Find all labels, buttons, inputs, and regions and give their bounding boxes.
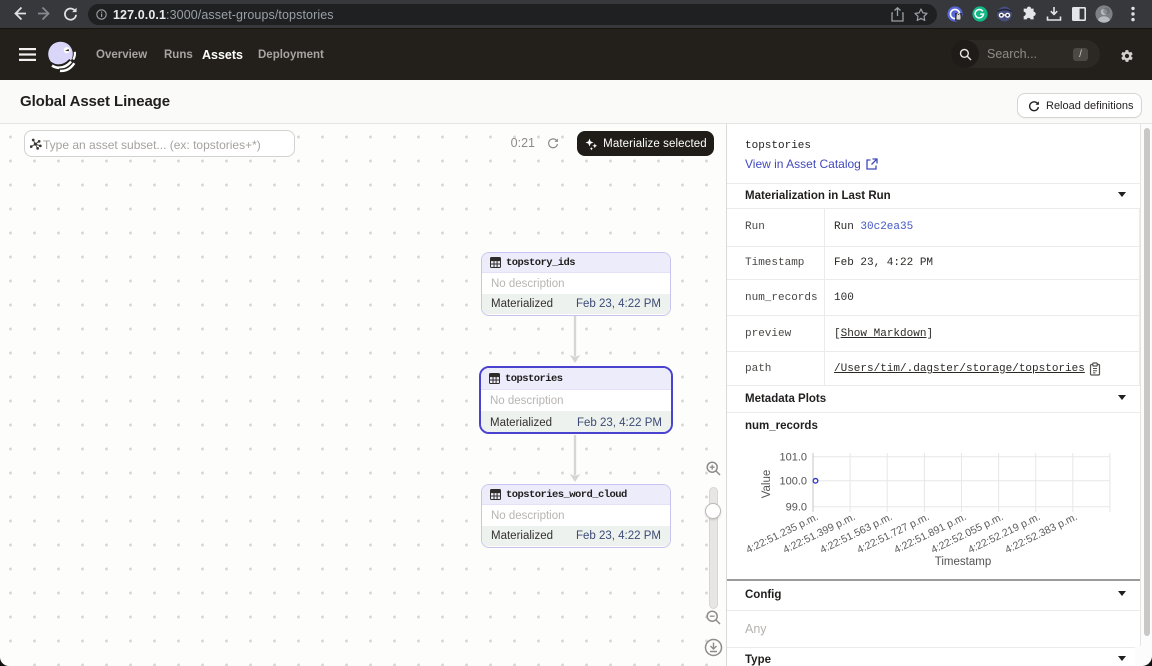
svg-text:99.0: 99.0: [786, 502, 807, 514]
svg-text:101.0: 101.0: [779, 452, 807, 464]
svg-text:Value: Value: [761, 470, 773, 499]
svg-text:100.0: 100.0: [779, 476, 807, 488]
svg-text:Timestamp: Timestamp: [935, 556, 991, 568]
